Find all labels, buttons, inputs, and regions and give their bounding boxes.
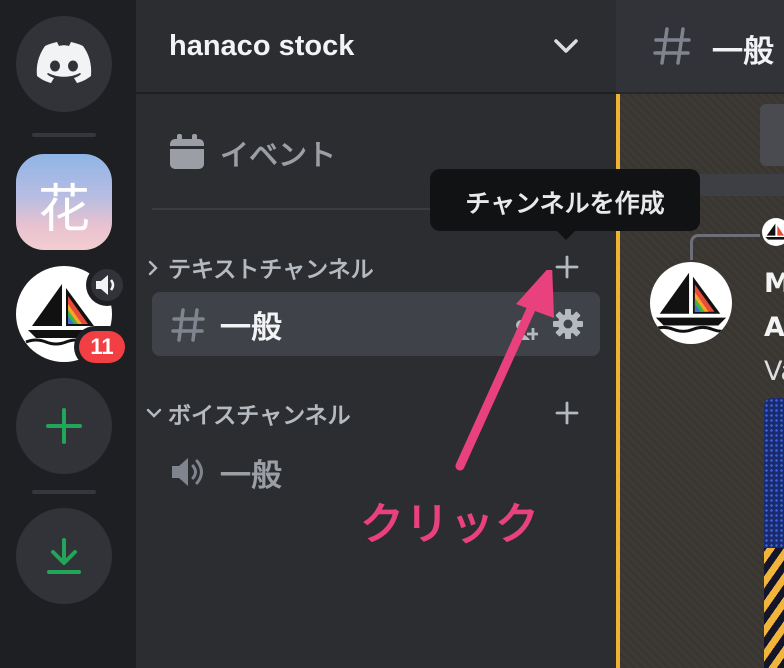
category-label: ボイスチャンネル	[168, 403, 351, 429]
chevron-right-icon	[148, 260, 158, 276]
reply-connector	[690, 234, 760, 260]
channel-name: 一般	[220, 458, 282, 494]
voice-activity-badge	[86, 264, 128, 306]
server-header[interactable]: hanaco stock	[136, 0, 616, 94]
channel-title: 一般	[712, 34, 774, 70]
annotation-arrow	[455, 270, 554, 471]
discord-logo-icon	[36, 42, 92, 83]
message-image[interactable]	[764, 398, 784, 668]
toolbar-block	[760, 104, 784, 166]
chat-area: 一般 M A Va	[616, 0, 784, 668]
server-rail: 花 11	[0, 0, 136, 668]
message-text: Va	[764, 356, 784, 387]
discord-home-button[interactable]	[16, 16, 112, 112]
calendar-icon	[170, 134, 204, 169]
server-icon-midjourney[interactable]: 11	[16, 264, 130, 368]
tooltip-text: チャンネルを作成	[465, 189, 665, 218]
message-avatar[interactable]	[650, 262, 732, 344]
sailboat-icon	[653, 272, 732, 333]
chevron-down-icon[interactable]	[550, 32, 582, 60]
download-icon	[47, 538, 81, 574]
server-name: hanaco stock	[169, 30, 355, 62]
hash-icon	[171, 308, 205, 342]
annotation-click-label: クリック	[360, 499, 540, 550]
server-icon-text: 花	[37, 180, 90, 240]
mention-count-badge: 11	[74, 326, 130, 368]
rail-divider	[32, 133, 96, 137]
reply-avatar[interactable]	[762, 218, 784, 246]
rail-divider	[32, 490, 96, 494]
mention-count: 11	[79, 331, 125, 363]
sailboat-icon	[765, 223, 784, 240]
channel-name: 一般	[220, 310, 282, 346]
add-server-button[interactable]	[16, 378, 112, 474]
events-label: イベント	[220, 138, 337, 172]
message-text: A	[764, 312, 784, 343]
message-author[interactable]: M	[764, 268, 784, 299]
plus-icon	[46, 408, 82, 444]
speaker-icon	[172, 458, 203, 486]
hash-icon	[653, 27, 691, 65]
category-label: テキストチャンネル	[168, 257, 374, 283]
tooltip-tail	[556, 230, 576, 240]
download-apps-button[interactable]	[16, 508, 112, 604]
speaker-icon	[96, 275, 115, 295]
chevron-down-icon	[146, 408, 162, 418]
server-icon-hanaco[interactable]: 花	[16, 154, 112, 250]
create-channel-tooltip: チャンネルを作成	[430, 169, 700, 231]
channel-header: 一般	[616, 0, 784, 94]
